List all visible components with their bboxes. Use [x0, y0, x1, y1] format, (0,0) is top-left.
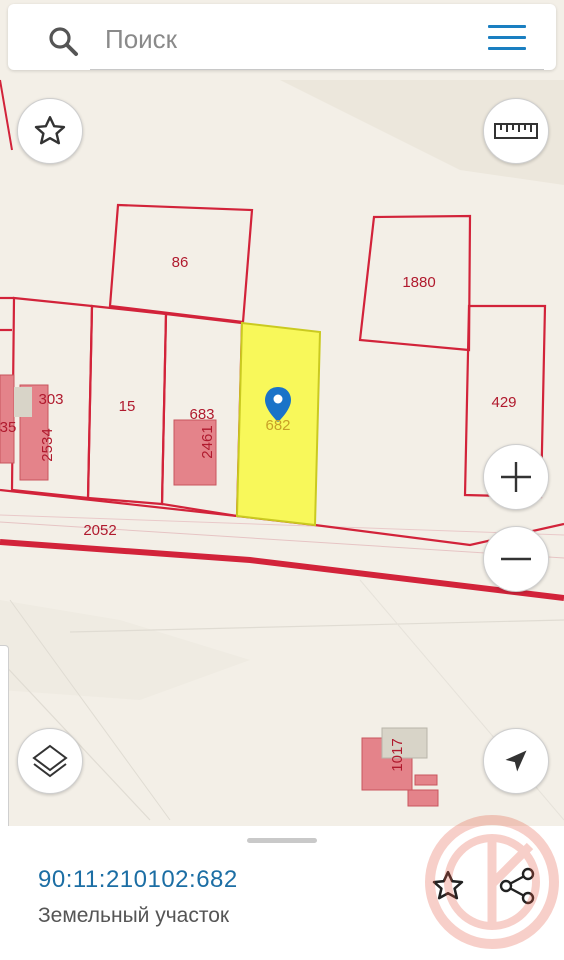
search-underline — [90, 69, 544, 70]
search-input[interactable] — [103, 20, 467, 58]
ruler-button[interactable] — [483, 98, 549, 164]
parcel-label-682: 682 — [265, 417, 290, 434]
menu-icon[interactable] — [488, 25, 526, 55]
parcel-label-15: 15 — [119, 398, 136, 415]
navigation-arrow-icon — [505, 750, 527, 772]
search-bar — [8, 4, 556, 70]
parcel-label-303: 303 — [38, 391, 63, 408]
search-icon[interactable] — [48, 26, 80, 58]
my-location-button[interactable] — [483, 728, 549, 794]
building-label-2534: 2534 — [39, 428, 56, 461]
star-icon — [34, 116, 66, 145]
brand-logo-watermark — [425, 815, 559, 949]
building-label-2461: 2461 — [199, 425, 216, 458]
zoom-out-button[interactable] — [483, 526, 549, 592]
ruler-icon — [494, 123, 538, 139]
layers-button[interactable] — [17, 728, 83, 794]
parcel-label-2052: 2052 — [83, 522, 116, 539]
edge-label: 35 — [0, 419, 16, 436]
plus-icon — [501, 462, 531, 492]
drag-handle[interactable] — [247, 838, 317, 843]
layers-icon — [32, 744, 68, 778]
parcel-label-1880: 1880 — [402, 274, 435, 291]
parcel-label-683: 683 — [189, 406, 214, 423]
parcel-label-86: 86 — [172, 254, 189, 271]
minus-icon — [501, 557, 531, 561]
parcel-label-429: 429 — [491, 394, 516, 411]
cadastral-number[interactable]: 90:11:210102:682 — [38, 866, 238, 894]
zoom-in-button[interactable] — [483, 444, 549, 510]
favorite-button[interactable] — [17, 98, 83, 164]
building-label-1017: 1017 — [389, 738, 406, 771]
object-type: Земельный участок — [38, 904, 230, 927]
